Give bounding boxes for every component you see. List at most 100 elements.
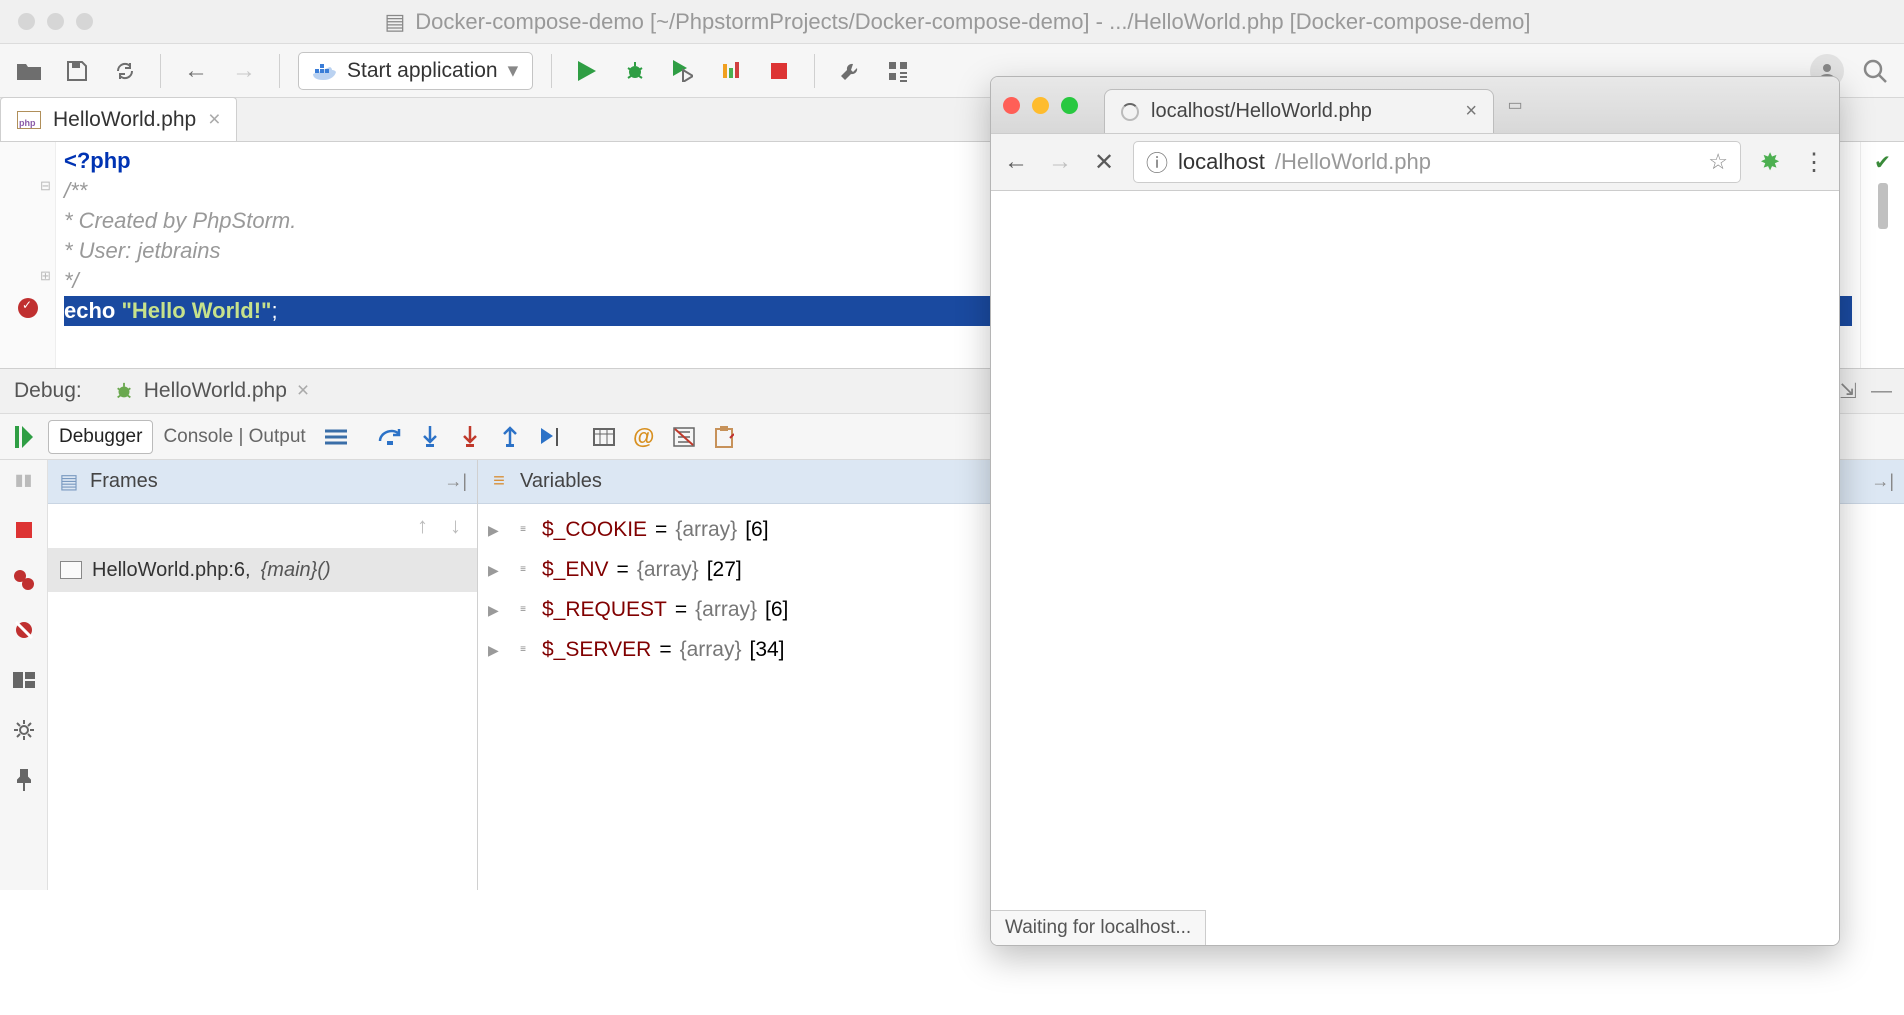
variable-count: [6]	[745, 510, 768, 550]
run-config-label: Start application	[347, 59, 498, 83]
step-out-icon[interactable]	[490, 420, 530, 454]
fold-close-icon[interactable]: ⊞	[38, 268, 53, 283]
variable-count: [6]	[765, 590, 788, 630]
editor-tab-helloworld[interactable]: php HelloWorld.php ×	[0, 97, 237, 141]
loading-spinner-icon	[1121, 103, 1139, 121]
url-path: /HelloWorld.php	[1275, 149, 1431, 175]
evaluate-expression-icon[interactable]	[584, 420, 624, 454]
expand-icon[interactable]: ▶	[488, 550, 504, 590]
close-tab-icon[interactable]: ×	[208, 108, 220, 132]
run-icon[interactable]	[570, 54, 604, 88]
settings-debug-icon[interactable]	[664, 420, 704, 454]
run-to-cursor-icon[interactable]	[530, 420, 570, 454]
structure-icon[interactable]	[881, 54, 915, 88]
browser-tab[interactable]: localhost/HelloWorld.php ×	[1104, 89, 1494, 133]
variables-title: Variables	[520, 470, 602, 493]
browser-stop-icon[interactable]: ✕	[1089, 147, 1119, 177]
browser-close-icon[interactable]	[1003, 97, 1020, 114]
address-bar[interactable]: ⓘ localhost/HelloWorld.php ☆	[1133, 141, 1741, 183]
pin-icon[interactable]	[12, 768, 36, 792]
view-breakpoints-icon[interactable]	[12, 568, 36, 592]
editor-tab-label: HelloWorld.php	[53, 108, 196, 132]
minimize-panel-icon[interactable]: —	[1871, 379, 1892, 404]
nav-back-icon[interactable]	[179, 54, 213, 88]
wrench-icon[interactable]	[833, 54, 867, 88]
browser-minimize-icon[interactable]	[1032, 97, 1049, 114]
variable-name: $_ENV	[542, 550, 609, 590]
watch-icon[interactable]: @	[624, 420, 664, 454]
threads-icon[interactable]	[316, 420, 356, 454]
stop-icon[interactable]	[762, 54, 796, 88]
variable-type: {array}	[637, 550, 699, 590]
debug-icon[interactable]	[618, 54, 652, 88]
frames-header: ▤ Frames →|	[48, 460, 477, 504]
collapse-icon[interactable]: ⇲	[1839, 379, 1857, 404]
browser-menu-icon[interactable]: ⋮	[1799, 147, 1829, 177]
coverage-icon[interactable]	[666, 54, 700, 88]
browser-back-icon[interactable]	[1001, 147, 1031, 177]
browser-status-text: Waiting for localhost...	[991, 910, 1206, 945]
close-session-icon[interactable]: ×	[297, 379, 309, 403]
browser-forward-icon[interactable]	[1045, 147, 1075, 177]
pause-icon[interactable]: ▮▮	[12, 468, 36, 492]
browser-zoom-icon[interactable]	[1061, 97, 1078, 114]
mute-breakpoints-icon[interactable]	[12, 618, 36, 642]
docker-icon	[313, 61, 337, 81]
variables-icon: ≡	[488, 471, 510, 493]
frames-panel: ▤ Frames →| ↑ ↓ HelloWorld.php:6, {main}…	[48, 460, 478, 890]
array-icon: ≡	[512, 521, 534, 539]
new-tab-icon[interactable]: ▭	[1500, 90, 1530, 120]
variable-count: [34]	[749, 630, 784, 670]
breakpoint-icon[interactable]	[18, 298, 38, 318]
open-icon[interactable]	[12, 54, 46, 88]
run-configuration-selector[interactable]: Start application ▾	[298, 52, 533, 90]
project-file-icon: ▤	[384, 9, 405, 35]
close-browser-tab-icon[interactable]: ×	[1465, 100, 1477, 123]
editor-right-gutter: ✔	[1860, 142, 1904, 368]
site-info-icon[interactable]: ⓘ	[1146, 146, 1168, 178]
step-over-icon[interactable]	[370, 420, 410, 454]
frames-icon: ▤	[58, 471, 80, 493]
search-icon[interactable]	[1858, 54, 1892, 88]
expand-icon[interactable]: ▶	[488, 510, 504, 550]
debug-session-tab[interactable]: HelloWorld.php ×	[96, 368, 327, 414]
expand-icon[interactable]: ▶	[488, 590, 504, 630]
settings-gear-icon[interactable]	[12, 718, 36, 742]
fold-open-icon[interactable]: ⊟	[38, 178, 53, 193]
variable-type: {array}	[675, 510, 737, 550]
variables-collapse-icon[interactable]: →|	[1871, 471, 1894, 492]
layout-icon[interactable]	[12, 668, 36, 692]
array-icon: ≡	[512, 561, 534, 579]
ide-titlebar: ▤ Docker-compose-demo [~/PhpstormProject…	[0, 0, 1904, 44]
browser-tab-title: localhost/HelloWorld.php	[1151, 100, 1372, 123]
zoom-window-icon[interactable]	[76, 13, 93, 30]
inspection-ok-icon[interactable]: ✔	[1874, 150, 1891, 175]
frame-down-icon[interactable]: ↓	[450, 513, 461, 539]
extension-icon[interactable]: ✸	[1755, 147, 1785, 177]
frames-collapse-icon[interactable]: →|	[444, 471, 467, 492]
step-into-icon[interactable]	[410, 420, 450, 454]
save-icon[interactable]	[60, 54, 94, 88]
tab-debugger[interactable]: Debugger	[48, 420, 153, 454]
browser-viewport[interactable]: Waiting for localhost...	[991, 191, 1839, 945]
expand-icon[interactable]: ▶	[488, 630, 504, 670]
frame-up-icon[interactable]: ↑	[417, 513, 428, 539]
browser-window-controls	[1003, 97, 1078, 114]
close-window-icon[interactable]	[18, 13, 35, 30]
sync-icon[interactable]	[108, 54, 142, 88]
scrollbar-thumb[interactable]	[1878, 183, 1888, 229]
profile-icon[interactable]	[714, 54, 748, 88]
stop-debug-icon[interactable]	[12, 518, 36, 542]
window-title: Docker-compose-demo [~/PhpstormProjects/…	[415, 9, 1530, 35]
force-step-into-icon[interactable]	[450, 420, 490, 454]
bookmark-star-icon[interactable]: ☆	[1708, 149, 1728, 175]
tab-console[interactable]: Console | Output	[153, 420, 315, 454]
minimize-window-icon[interactable]	[47, 13, 64, 30]
frame-entry[interactable]: HelloWorld.php:6, {main}()	[48, 548, 477, 592]
clipboard-icon[interactable]	[704, 420, 744, 454]
debug-side-controls: ▮▮	[0, 460, 48, 890]
resume-icon[interactable]	[15, 426, 33, 448]
variable-name: $_COOKIE	[542, 510, 647, 550]
variable-name: $_SERVER	[542, 630, 651, 670]
nav-forward-icon[interactable]	[227, 54, 261, 88]
